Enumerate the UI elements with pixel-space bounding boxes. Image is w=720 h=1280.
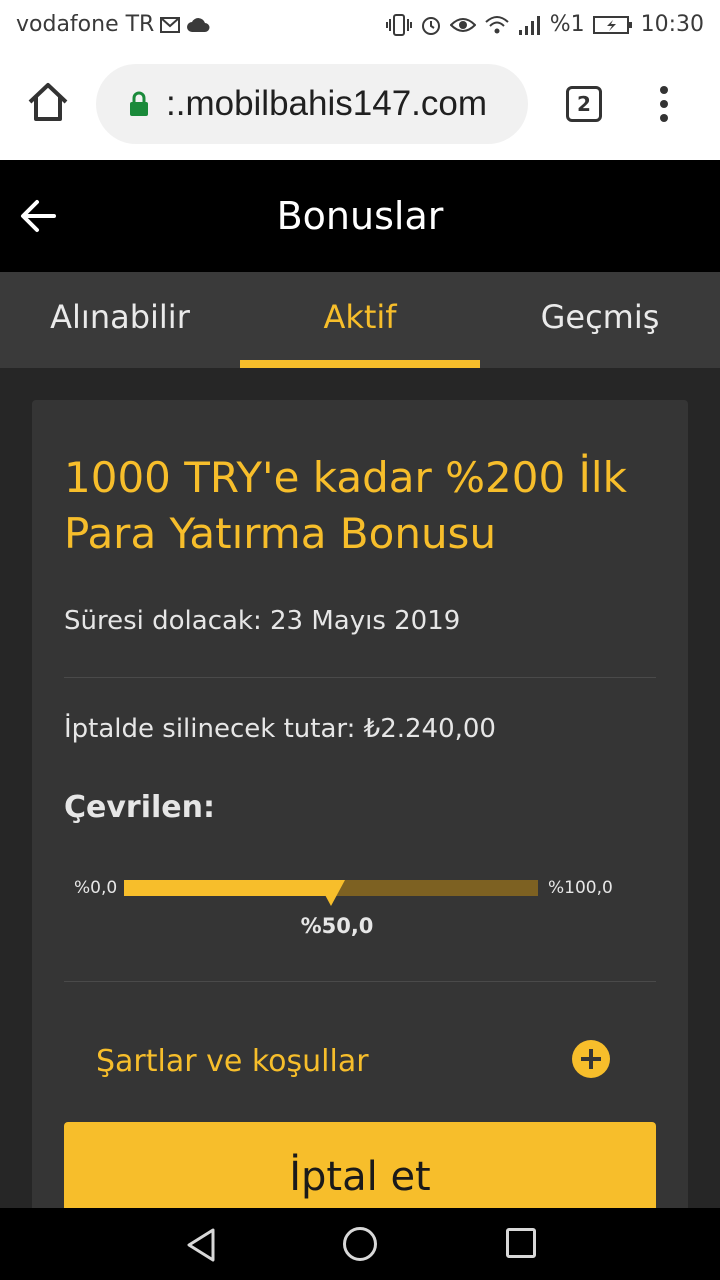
- mail-icon: [160, 16, 181, 33]
- tab-switcher-button[interactable]: 2: [566, 86, 602, 122]
- progress-min-label: %0,0: [74, 878, 118, 898]
- address-bar[interactable]: :.mobilbahis147.com: [96, 64, 528, 144]
- alarm-icon: [421, 16, 440, 35]
- active-tab-indicator: [240, 360, 480, 368]
- progress-marker: [317, 880, 345, 906]
- wifi-icon: [485, 15, 509, 33]
- page-title: Bonuslar: [276, 194, 444, 238]
- divider: [64, 981, 656, 982]
- expiry-date: Süresi dolacak: 23 Mayıs 2019: [64, 606, 461, 636]
- eye-icon: [449, 17, 476, 32]
- progress-value: %50,0: [300, 914, 374, 938]
- url-text: :.mobilbahis147.com: [166, 84, 487, 123]
- converted-label: Çevrilen:: [64, 790, 215, 825]
- expand-plus-icon[interactable]: [572, 1040, 610, 1078]
- battery-charging-icon: [592, 15, 632, 34]
- cloud-icon: [187, 17, 210, 32]
- progress-track: [124, 880, 538, 906]
- browser-menu-button[interactable]: [652, 86, 676, 126]
- signal-icon: [518, 15, 540, 35]
- tab-available[interactable]: Alınabilir: [0, 272, 240, 368]
- tab-active[interactable]: Aktif: [240, 272, 480, 368]
- progress-max-label: %100,0: [548, 878, 613, 898]
- nav-home-icon[interactable]: [343, 1227, 377, 1261]
- status-bar: vodafone TR %1 10:30: [0, 0, 720, 50]
- divider: [64, 677, 656, 678]
- terms-and-conditions-link[interactable]: Şartlar ve koşullar: [96, 1044, 369, 1079]
- tab-bar: Alınabilir Aktif Geçmiş: [0, 272, 720, 368]
- system-nav-bar: [0, 1208, 720, 1280]
- bonus-title: 1000 TRY'e kadar %200 İlk Para Yatırma B…: [64, 453, 627, 558]
- app-header: Bonuslar: [0, 160, 720, 272]
- cancel-amount: İptalde silinecek tutar: ₺2.240,00: [64, 714, 496, 744]
- tab-history[interactable]: Geçmiş: [480, 272, 720, 368]
- nav-back-icon[interactable]: [186, 1228, 216, 1262]
- vibrate-icon: [385, 13, 412, 36]
- nav-recents-icon[interactable]: [506, 1228, 536, 1258]
- bonus-card: 1000 TRY'e kadar %200 İlk Para Yatırma B…: [32, 400, 688, 1232]
- carrier-name: vodafone TR: [16, 12, 155, 37]
- progress-fill: [124, 880, 331, 896]
- browser-toolbar: :.mobilbahis147.com 2: [0, 50, 720, 160]
- home-icon: [28, 83, 68, 121]
- home-button[interactable]: [26, 80, 70, 124]
- battery-percent: %1: [549, 12, 585, 37]
- clock: 10:30: [640, 12, 704, 37]
- lock-icon: [130, 91, 148, 116]
